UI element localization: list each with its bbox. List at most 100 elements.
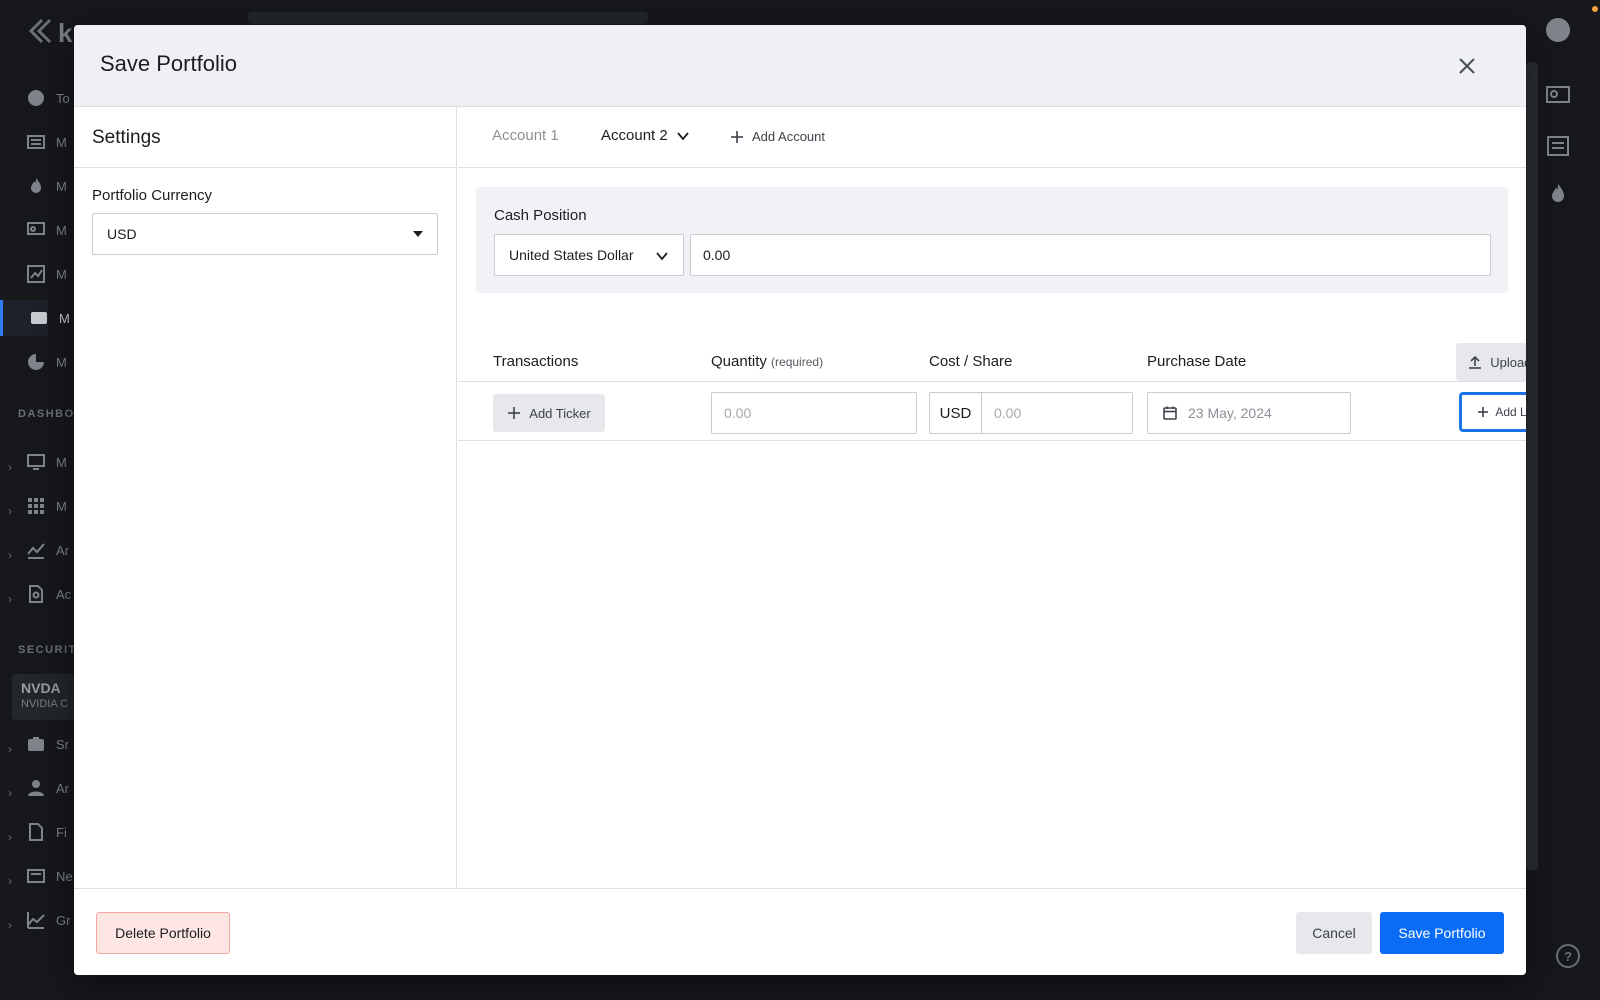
modal-title: Save Portfolio (100, 51, 237, 76)
bg-fire-button (1540, 176, 1576, 212)
add-account-button[interactable]: Add Account (730, 129, 825, 144)
purchase-date-placeholder: 23 May, 2024 (1188, 405, 1272, 421)
close-icon (1459, 58, 1475, 74)
plus-icon (731, 130, 743, 143)
bg-presentation-button (1540, 78, 1576, 114)
bg-nav-item: Ar (26, 532, 74, 568)
bg-nav-item: Fi (26, 814, 74, 850)
bg-nav-item: Ar (26, 770, 74, 806)
settings-pane: Settings Portfolio Currency USD (74, 107, 457, 889)
ticker-symbol: NVDA (21, 680, 61, 696)
upload-icon (1469, 355, 1482, 369)
column-quantity: Quantity (required) (711, 353, 824, 370)
grid-icon (28, 498, 44, 514)
cancel-button[interactable]: Cancel (1296, 912, 1372, 954)
add-lot-button[interactable]: Add Lot (1459, 392, 1526, 432)
fire-icon (31, 178, 41, 193)
column-purchase-date: Purchase Date (1147, 353, 1247, 370)
cash-amount-input[interactable] (690, 234, 1491, 276)
add-ticker-button[interactable]: Add Ticker (493, 394, 605, 432)
bg-nav-item: M (26, 212, 74, 248)
account-circle-icon (1546, 18, 1570, 42)
delete-portfolio-button[interactable]: Delete Portfolio (96, 912, 230, 954)
user-icon (28, 780, 44, 796)
cost-per-share-field: USD (929, 392, 1133, 434)
divider (74, 167, 457, 168)
required-note: (required) (771, 355, 824, 369)
tab-account-1[interactable]: Account 1 (492, 127, 559, 144)
document-search-icon (29, 585, 43, 603)
background-topbar (0, 0, 1600, 24)
dollar-document-icon (29, 823, 43, 841)
presentation-icon (27, 222, 45, 235)
newspaper-icon (27, 869, 45, 883)
portfolio-currency-value: USD (107, 226, 137, 242)
bg-nav-item: Gr (26, 902, 74, 938)
globe-icon (28, 90, 44, 106)
chevron-right-icon: › (8, 504, 12, 518)
table-row-divider (458, 440, 1526, 441)
accounts-pane: Account 1 Account 2 Add Account Cash Pos… (458, 107, 1526, 889)
bg-nav-item: M (26, 124, 74, 160)
bg-account-icon (1540, 12, 1576, 48)
settings-title: Settings (92, 127, 161, 148)
fire-icon (1552, 184, 1564, 202)
wallet-icon (31, 312, 47, 324)
cash-currency-value: United States Dollar (509, 247, 634, 263)
close-button[interactable] (1454, 53, 1480, 79)
plus-icon (1478, 407, 1489, 417)
chevron-right-icon: › (8, 918, 12, 932)
bg-nav-item: M (26, 256, 74, 292)
ticker-name: NVIDIA C (21, 698, 69, 710)
bg-ticker-card: NVDA NVIDIA C (12, 674, 74, 720)
chevron-right-icon: › (8, 460, 12, 474)
column-transactions: Transactions (493, 353, 579, 370)
monitor-icon (27, 454, 45, 470)
tab-account-2[interactable]: Account 2 (601, 127, 690, 144)
quantity-input[interactable] (711, 392, 917, 434)
save-portfolio-button[interactable]: Save Portfolio (1380, 912, 1504, 954)
chevron-down-icon (656, 252, 668, 261)
pie-chart-icon (28, 354, 44, 370)
line-chart-icon (27, 912, 45, 929)
newspaper-icon (1547, 136, 1569, 156)
newspaper-icon (27, 135, 45, 149)
analytics-icon (27, 543, 45, 559)
bg-nav-item: M (26, 168, 74, 204)
modal-header: Save Portfolio (74, 25, 1526, 107)
bg-news-button (1540, 128, 1576, 164)
column-cost-per-share: Cost / Share (929, 353, 1013, 370)
calendar-icon (1163, 406, 1177, 420)
save-portfolio-modal: Save Portfolio Settings Portfolio Curren… (74, 25, 1526, 975)
cash-currency-select[interactable]: United States Dollar (494, 234, 684, 276)
background-search-bar (248, 12, 648, 24)
chevron-right-icon: › (8, 742, 12, 756)
notification-dot (1592, 6, 1598, 12)
cash-position-label: Cash Position (494, 207, 587, 224)
chart-box-icon (27, 265, 45, 283)
bg-nav-item-active: M (0, 300, 70, 336)
app-logo-icon (28, 18, 52, 44)
purchase-date-input[interactable]: 23 May, 2024 (1147, 392, 1351, 434)
presentation-icon (1546, 86, 1570, 103)
bg-nav-item: Sr (26, 726, 74, 762)
account-tabs: Account 1 Account 2 Add Account (458, 107, 1526, 168)
bg-nav-item: Ac (26, 576, 74, 612)
cost-per-share-input[interactable] (982, 393, 1132, 433)
table-header-divider (458, 381, 1526, 382)
plus-icon (508, 407, 521, 419)
chevron-right-icon: › (8, 548, 12, 562)
chevron-right-icon: › (8, 592, 12, 606)
cost-currency-prefix: USD (930, 393, 982, 433)
chevron-right-icon: › (8, 786, 12, 800)
chevron-right-icon: › (8, 830, 12, 844)
bg-nav-item: M (26, 344, 74, 380)
bg-nav-item: To (26, 80, 74, 116)
bg-nav-item: M (26, 488, 74, 524)
upload-csv-button[interactable]: Upload CSV (1456, 343, 1526, 381)
background-scrollbar (1526, 62, 1538, 870)
portfolio-currency-select[interactable]: USD (92, 213, 438, 255)
chevron-right-icon: › (8, 874, 12, 888)
modal-footer: Delete Portfolio Cancel Save Portfolio (74, 888, 1526, 975)
cash-position-panel: Cash Position United States Dollar (476, 187, 1508, 293)
